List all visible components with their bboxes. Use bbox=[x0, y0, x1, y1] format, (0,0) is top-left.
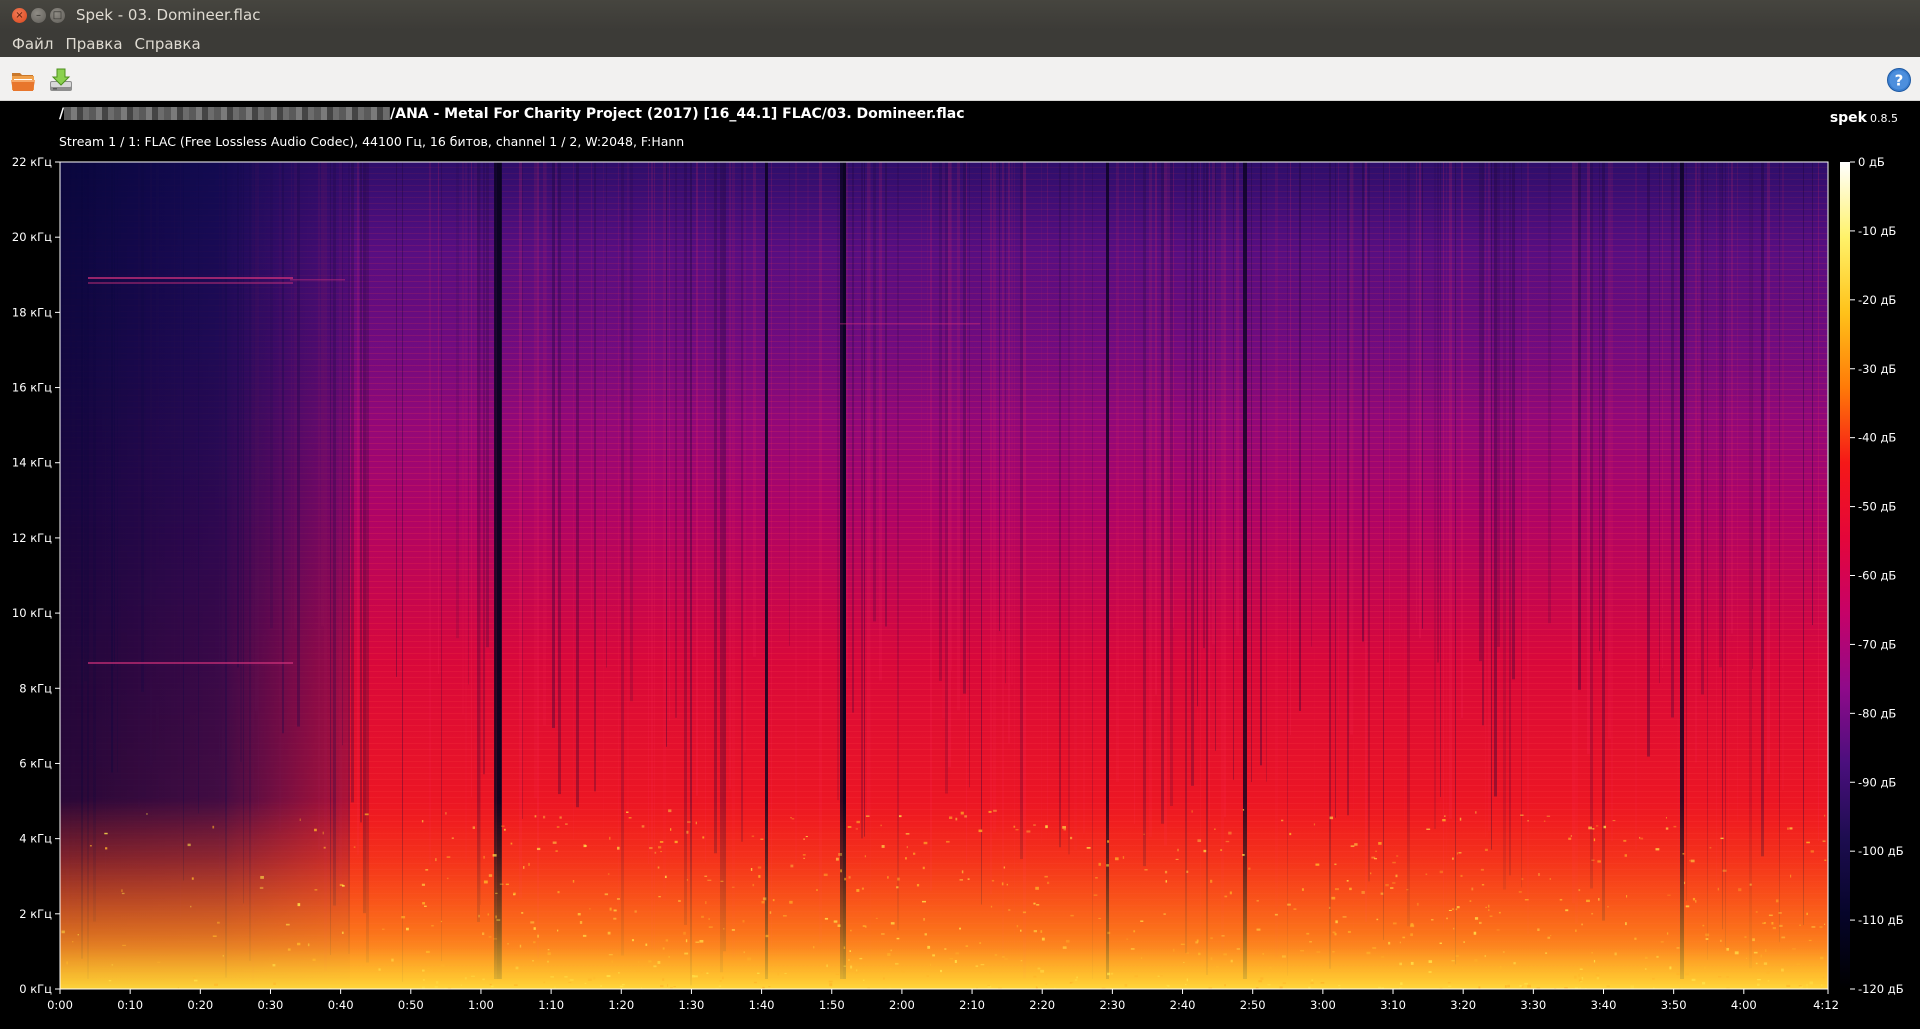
db-scale: 0 дБ -10 дБ -20 дБ -30 дБ -40 дБ -50 дБ -60 дБ… bbox=[1840, 155, 1904, 996]
folder-open-icon bbox=[11, 73, 35, 91]
time-label: 2:10 bbox=[959, 998, 985, 1012]
time-label: 0:00 bbox=[47, 998, 73, 1012]
time-label: 0:40 bbox=[328, 998, 354, 1012]
help-label: ? bbox=[1895, 72, 1904, 90]
freq-label: 2 кГц bbox=[19, 907, 52, 921]
time-label: 3:30 bbox=[1520, 998, 1546, 1012]
time-label: 2:30 bbox=[1099, 998, 1125, 1012]
freq-label: 10 кГц bbox=[12, 606, 52, 620]
freq-label: 16 кГц bbox=[12, 381, 52, 395]
freq-label: 20 кГц bbox=[12, 230, 52, 244]
help-button[interactable]: ? bbox=[1886, 67, 1912, 93]
freq-label: 14 кГц bbox=[12, 456, 52, 470]
time-label: 2:50 bbox=[1240, 998, 1266, 1012]
freq-label: 0 кГц bbox=[19, 982, 52, 996]
time-label: 0:20 bbox=[187, 998, 213, 1012]
title-bar: × – □ Spek - 03. Domineer.flac bbox=[0, 0, 1920, 30]
close-window-button[interactable]: × bbox=[12, 8, 27, 23]
menu-help[interactable]: Справка bbox=[129, 35, 207, 53]
frequency-axis: 22 кГц 20 кГц 18 кГц 16 кГц 14 кГц 12 кГц 10 к… bbox=[12, 155, 60, 996]
time-label: 3:40 bbox=[1591, 998, 1617, 1012]
time-label: 4:00 bbox=[1731, 998, 1757, 1012]
spectrogram-plot bbox=[60, 162, 1828, 989]
db-label: -10 дБ bbox=[1858, 224, 1896, 238]
time-label: 0:30 bbox=[258, 998, 284, 1012]
db-label: -120 дБ bbox=[1858, 982, 1904, 996]
save-download-icon bbox=[50, 68, 72, 91]
freq-label: 22 кГц bbox=[12, 155, 52, 169]
time-label: 2:40 bbox=[1170, 998, 1196, 1012]
window-title: Spek - 03. Domineer.flac bbox=[76, 6, 261, 24]
save-image-button[interactable] bbox=[47, 66, 75, 94]
help-icon: ? bbox=[1887, 68, 1911, 92]
db-label: -90 дБ bbox=[1858, 775, 1896, 789]
menu-file[interactable]: Файл bbox=[6, 35, 59, 53]
menu-edit[interactable]: Правка bbox=[59, 35, 128, 53]
open-file-button[interactable] bbox=[9, 66, 37, 94]
db-label: -20 дБ bbox=[1858, 293, 1896, 307]
maximize-window-button[interactable]: □ bbox=[50, 8, 65, 23]
time-label: 2:20 bbox=[1029, 998, 1055, 1012]
freq-label: 12 кГц bbox=[12, 531, 52, 545]
time-label: 1:40 bbox=[749, 998, 775, 1012]
toolbar: ? bbox=[0, 57, 1920, 101]
db-color-bar bbox=[1840, 162, 1850, 989]
db-label: -110 дБ bbox=[1858, 913, 1904, 927]
time-label: 1:00 bbox=[468, 998, 494, 1012]
time-end-label: 4:12 bbox=[1813, 998, 1839, 1012]
freq-label: 8 кГц bbox=[19, 681, 52, 695]
spectrogram-view: //ANA - Metal For Charity Project (2017)… bbox=[0, 101, 1920, 1029]
time-label: 0:50 bbox=[398, 998, 424, 1012]
time-label: 1:50 bbox=[819, 998, 845, 1012]
time-label: 1:10 bbox=[538, 998, 564, 1012]
db-label: -80 дБ bbox=[1858, 706, 1896, 720]
time-label: 3:50 bbox=[1661, 998, 1687, 1012]
time-label: 3:20 bbox=[1450, 998, 1476, 1012]
db-label: -50 дБ bbox=[1858, 500, 1896, 514]
freq-label: 4 кГц bbox=[19, 832, 52, 846]
time-label: 1:20 bbox=[608, 998, 634, 1012]
db-label: -100 дБ bbox=[1858, 844, 1904, 858]
time-label: 2:00 bbox=[889, 998, 915, 1012]
time-label: 0:10 bbox=[117, 998, 143, 1012]
db-label: -60 дБ bbox=[1858, 569, 1896, 583]
freq-label: 18 кГц bbox=[12, 305, 52, 319]
spectrogram-canvas: 22 кГц 20 кГц 18 кГц 16 кГц 14 кГц 12 кГц 10 к… bbox=[12, 155, 1904, 1012]
time-label: 1:30 bbox=[679, 998, 705, 1012]
minimize-window-button[interactable]: – bbox=[31, 8, 46, 23]
db-label: 0 дБ bbox=[1858, 155, 1885, 169]
db-label: -70 дБ bbox=[1858, 637, 1896, 651]
db-label: -30 дБ bbox=[1858, 362, 1896, 376]
db-label: -40 дБ bbox=[1858, 431, 1896, 445]
freq-label: 6 кГц bbox=[19, 756, 52, 770]
menu-bar: Файл Правка Справка bbox=[0, 30, 1920, 57]
time-label: 3:10 bbox=[1380, 998, 1406, 1012]
time-label: 3:00 bbox=[1310, 998, 1336, 1012]
time-axis: 0:00 0:10 0:20 0:30 0:40 0:50 1:00 1:10 1:20 1:30… bbox=[47, 989, 1839, 1012]
